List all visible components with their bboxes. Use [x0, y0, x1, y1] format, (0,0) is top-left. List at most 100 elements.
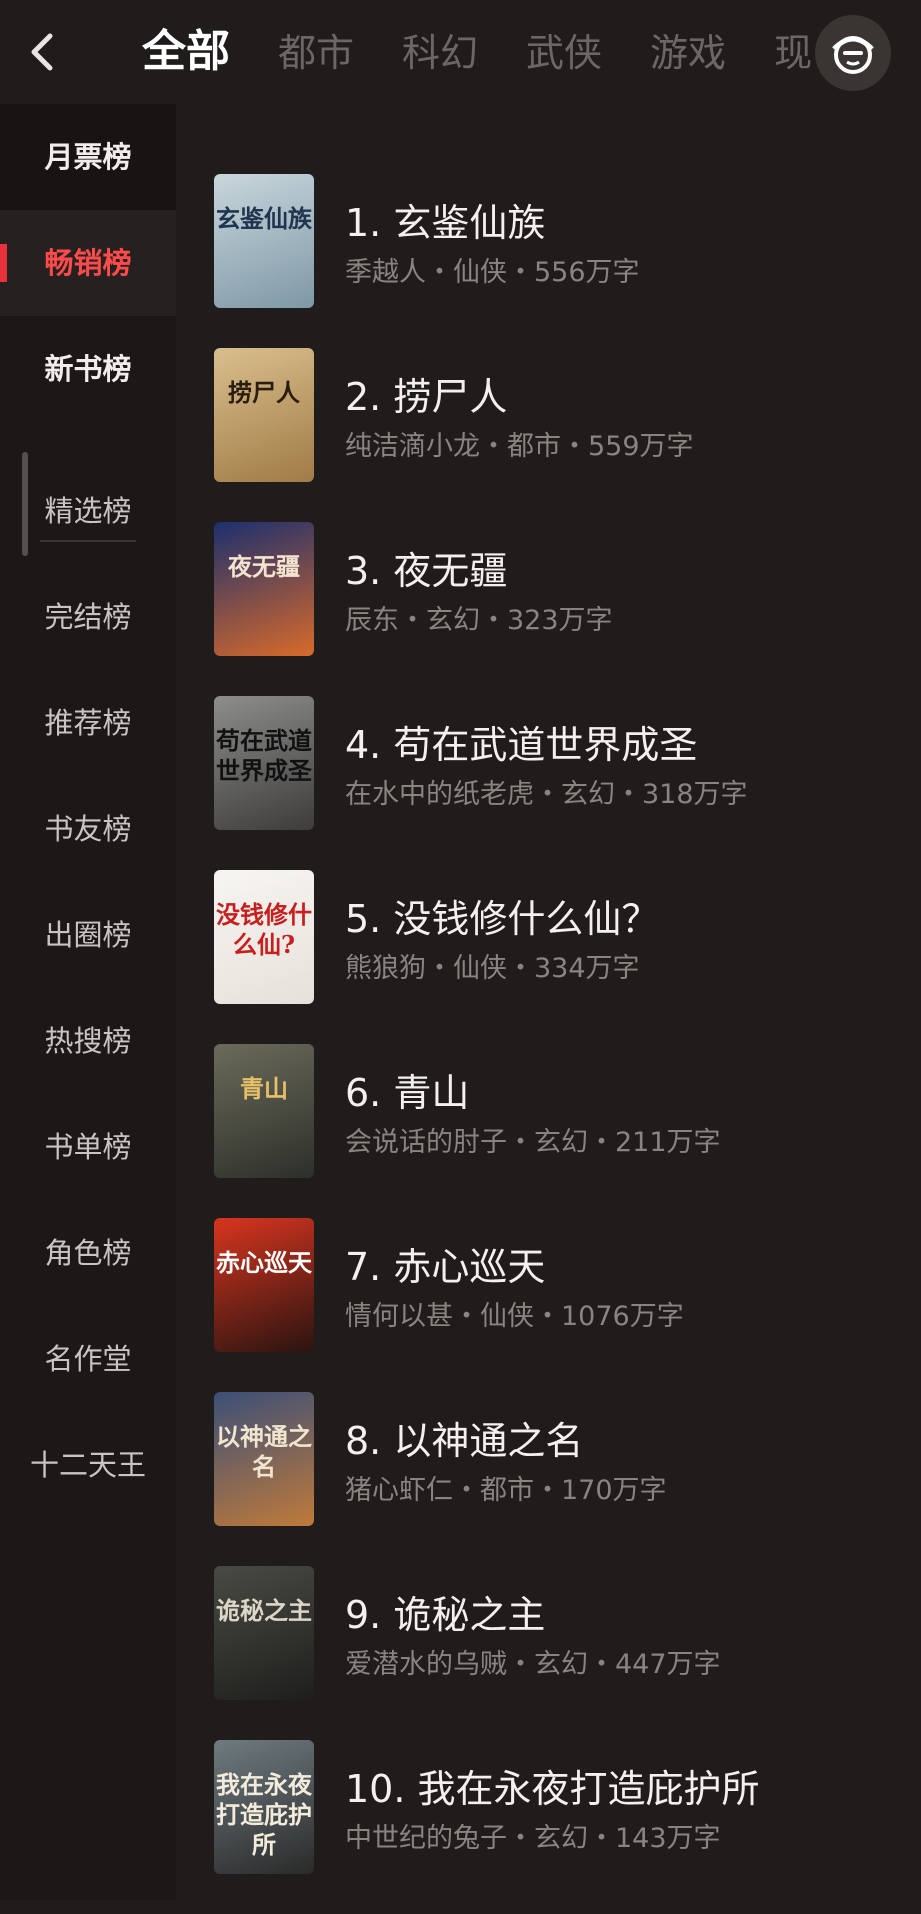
sidebar-item-10[interactable]: 角色榜: [0, 1200, 176, 1306]
meta-separator: ・: [507, 1823, 534, 1854]
meta-separator: ・: [588, 1127, 615, 1158]
meta-separator: ・: [534, 1301, 561, 1332]
meta-separator: ・: [534, 1475, 561, 1506]
cover-title-art: 苟在武道世界成圣: [216, 726, 312, 785]
book-item[interactable]: 捞尸人 2. 捞尸人 纯洁滴小龙・都市・559万字: [176, 348, 921, 522]
sidebar-item-label: 推荐榜: [44, 706, 132, 740]
tab-5[interactable]: 现: [774, 1, 812, 104]
book-cover[interactable]: 我在永夜打造庇护所: [214, 1740, 314, 1874]
book-genre: 仙侠: [453, 257, 507, 288]
book-genre: 都市: [507, 431, 561, 462]
book-item[interactable]: 以神通之名 8. 以神通之名 猪心虾仁・都市・170万字: [176, 1392, 921, 1566]
sidebar-item-0[interactable]: 月票榜: [0, 104, 176, 210]
book-title: 7. 赤心巡天: [345, 1245, 546, 1289]
sidebar-item-2[interactable]: 新书榜: [0, 316, 176, 422]
book-word-count: 334万字: [534, 953, 640, 984]
book-cover[interactable]: 以神通之名: [214, 1392, 314, 1526]
cover-title-art: 没钱修什么仙?: [216, 900, 312, 959]
sidebar-item-label: 热搜榜: [44, 1024, 132, 1058]
book-cover[interactable]: 诡秘之主: [214, 1566, 314, 1700]
tab-1[interactable]: 都市: [278, 1, 354, 104]
book-word-count: 318万字: [642, 779, 748, 810]
book-genre: 玄幻: [426, 605, 480, 636]
book-meta: 季越人・仙侠・556万字: [345, 250, 640, 289]
sidebar-item-label: 完结榜: [44, 600, 132, 634]
book-word-count: 323万字: [507, 605, 613, 636]
chevron-left-icon: [31, 33, 53, 71]
sidebar-item-8[interactable]: 热搜榜: [0, 988, 176, 1094]
book-item[interactable]: 夜无疆 3. 夜无疆 辰东・玄幻・323万字: [176, 522, 921, 696]
sidebar-item-label: 十二天王: [29, 1448, 146, 1482]
meta-separator: ・: [507, 257, 534, 288]
sidebar-item-5[interactable]: 推荐榜: [0, 670, 176, 776]
book-cover[interactable]: 苟在武道世界成圣: [214, 696, 314, 830]
cover-title-art: 夜无疆: [228, 552, 300, 581]
book-item[interactable]: 玄鉴仙族 1. 玄鉴仙族 季越人・仙侠・556万字: [176, 174, 921, 348]
book-word-count: 447万字: [615, 1649, 721, 1680]
book-genre: 玄幻: [561, 779, 615, 810]
book-cover[interactable]: 赤心巡天: [214, 1218, 314, 1352]
book-author: 辰东: [345, 605, 399, 636]
sidebar-item-4[interactable]: 完结榜: [0, 564, 176, 670]
meta-separator: ・: [453, 1301, 480, 1332]
tab-2[interactable]: 科幻: [402, 1, 478, 104]
sidebar-item-1[interactable]: 畅销榜: [0, 210, 176, 316]
sidebar-item-6[interactable]: 书友榜: [0, 776, 176, 882]
sidebar-item-11[interactable]: 名作堂: [0, 1306, 176, 1412]
book-meta: 爱潜水的乌贼・玄幻・447万字: [345, 1642, 721, 1681]
sidebar-item-7[interactable]: 出圈榜: [0, 882, 176, 988]
book-item[interactable]: 我在永夜打造庇护所 10. 我在永夜打造庇护所 中世纪的兔子・玄幻・143万字: [176, 1740, 921, 1914]
book-item[interactable]: 没钱修什么仙? 5. 没钱修什么仙？ 熊狼狗・仙侠・334万字: [176, 870, 921, 1044]
meta-separator: ・: [480, 605, 507, 636]
book-meta: 纯洁滴小龙・都市・559万字: [345, 424, 694, 463]
tab-label: 游戏: [650, 31, 727, 75]
book-title: 6. 青山: [345, 1071, 470, 1115]
book-author: 中世纪的兔子: [345, 1823, 507, 1854]
tab-3[interactable]: 武侠: [526, 1, 602, 104]
book-meta: 猪心虾仁・都市・170万字: [345, 1468, 667, 1507]
book-item[interactable]: 赤心巡天 7. 赤心巡天 情何以甚・仙侠・1076万字: [176, 1218, 921, 1392]
tab-0[interactable]: 全部: [142, 0, 230, 104]
back-button[interactable]: [22, 30, 62, 74]
book-genre: 都市: [480, 1475, 534, 1506]
cover-title-art: 捞尸人: [228, 378, 300, 407]
cover-title-art: 诡秘之主: [216, 1596, 312, 1625]
book-cover[interactable]: 没钱修什么仙?: [214, 870, 314, 1004]
book-author: 猪心虾仁: [345, 1475, 453, 1506]
book-cover[interactable]: 青山: [214, 1044, 314, 1178]
book-cover[interactable]: 玄鉴仙族: [214, 174, 314, 308]
book-author: 情何以甚: [345, 1301, 453, 1332]
tab-4[interactable]: 游戏: [650, 1, 726, 104]
book-title: 4. 苟在武道世界成圣: [345, 723, 698, 767]
meta-separator: ・: [507, 1649, 534, 1680]
meta-separator: ・: [426, 953, 453, 984]
book-cover[interactable]: 捞尸人: [214, 348, 314, 482]
book-genre: 仙侠: [453, 953, 507, 984]
sidebar-item-9[interactable]: 书单榜: [0, 1094, 176, 1200]
cover-title-art: 我在永夜打造庇护所: [216, 1770, 312, 1859]
sidebar-item-3[interactable]: 精选榜: [0, 458, 176, 564]
active-item-indicator: [0, 244, 7, 282]
book-item[interactable]: 青山 6. 青山会说话的肘子・玄幻・211万字: [176, 1044, 921, 1218]
meta-separator: ・: [507, 1127, 534, 1158]
book-cover[interactable]: 夜无疆: [214, 522, 314, 656]
book-item[interactable]: 诡秘之主 9. 诡秘之主 爱潜水的乌贼・玄幻・447万字: [176, 1566, 921, 1740]
avatar-button[interactable]: [815, 15, 891, 91]
tab-label: 全部: [142, 26, 230, 77]
book-author: 季越人: [345, 257, 426, 288]
book-author: 爱潜水的乌贼: [345, 1649, 507, 1680]
book-title: 3. 夜无疆: [345, 549, 508, 593]
sidebar-item-label: 书友榜: [44, 812, 132, 846]
book-meta: 熊狼狗・仙侠・334万字: [345, 946, 640, 985]
book-meta: 会说话的肘子・玄幻・211万字: [345, 1120, 721, 1159]
tab-label: 现: [774, 31, 813, 75]
sidebar-item-12[interactable]: 十二天王: [0, 1412, 176, 1518]
book-item[interactable]: 苟在武道世界成圣 4. 苟在武道世界成圣 在水中的纸老虎・玄幻・318万字: [176, 696, 921, 870]
meta-separator: ・: [615, 779, 642, 810]
book-word-count: 1076万字: [561, 1301, 684, 1332]
tab-label: 科幻: [402, 31, 479, 75]
book-author: 纯洁滴小龙: [345, 431, 480, 462]
book-meta: 中世纪的兔子・玄幻・143万字: [345, 1816, 721, 1855]
meta-separator: ・: [426, 257, 453, 288]
ranking-sidebar: 月票榜 畅销榜 新书榜精选榜完结榜推荐榜书友榜出圈榜热搜榜书单榜 角色榜 名作堂十二天王: [0, 104, 176, 1900]
